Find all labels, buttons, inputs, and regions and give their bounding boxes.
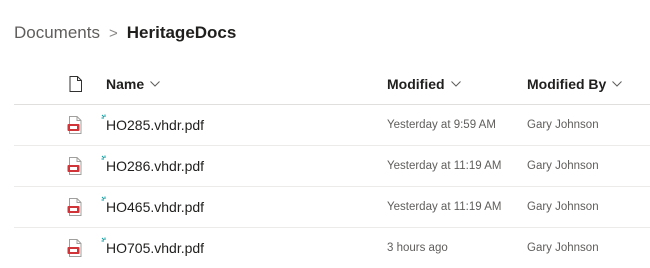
new-item-sparkle-icon [101,114,106,119]
chevron-down-icon [612,81,623,87]
file-row[interactable]: HO465.vhdr.pdf Yesterday at 11:19 AM Gar… [14,187,650,228]
new-item-sparkle-icon [101,237,106,242]
pdf-file-icon [64,105,86,145]
column-header-modified-label: Modified [387,76,445,92]
file-row[interactable]: HO286.vhdr.pdf Yesterday at 11:19 AM Gar… [14,146,650,187]
modified-by: Gary Johnson [527,160,599,172]
file-name-link[interactable]: HO286.vhdr.pdf [106,158,204,174]
modified-date: Yesterday at 11:19 AM [387,201,502,213]
pdf-file-icon [64,228,86,268]
chevron-down-icon [150,81,160,87]
breadcrumb-separator: > [108,24,118,42]
modified-by: Gary Johnson [527,119,599,131]
file-row[interactable]: HO285.vhdr.pdf Yesterday at 9:59 AM Gary… [14,105,650,146]
file-type-header[interactable] [64,64,86,104]
file-name-link[interactable]: HO285.vhdr.pdf [106,117,204,133]
column-header-modified[interactable]: Modified [387,64,461,104]
modified-date: 3 hours ago [387,242,448,254]
breadcrumb: Documents > HeritageDocs [14,22,236,44]
chevron-down-icon [450,81,461,87]
column-header-modified-by[interactable]: Modified By [527,64,623,104]
file-row[interactable]: HO705.vhdr.pdf 3 hours ago Gary Johnson [14,228,650,268]
pdf-file-icon [64,146,86,186]
file-name-link[interactable]: HO465.vhdr.pdf [106,199,204,215]
modified-by: Gary Johnson [527,242,599,254]
column-header-name[interactable]: Name [106,64,160,104]
modified-date: Yesterday at 11:19 AM [387,160,502,172]
new-item-sparkle-icon [101,155,106,160]
file-name-link[interactable]: HO705.vhdr.pdf [106,240,204,256]
breadcrumb-documents[interactable]: Documents [14,23,100,43]
new-item-sparkle-icon [101,196,106,201]
breadcrumb-current: HeritageDocs [126,23,237,42]
modified-date: Yesterday at 9:59 AM [387,119,496,131]
file-icon [69,76,82,92]
column-header-name-label: Name [106,76,145,92]
file-list: Name Modified Modified By HO285.vhdr.pdf [14,64,650,268]
modified-by: Gary Johnson [527,201,599,213]
column-header-modified-by-label: Modified By [527,76,607,92]
column-header-row: Name Modified Modified By [14,64,650,105]
pdf-file-icon [64,187,86,227]
